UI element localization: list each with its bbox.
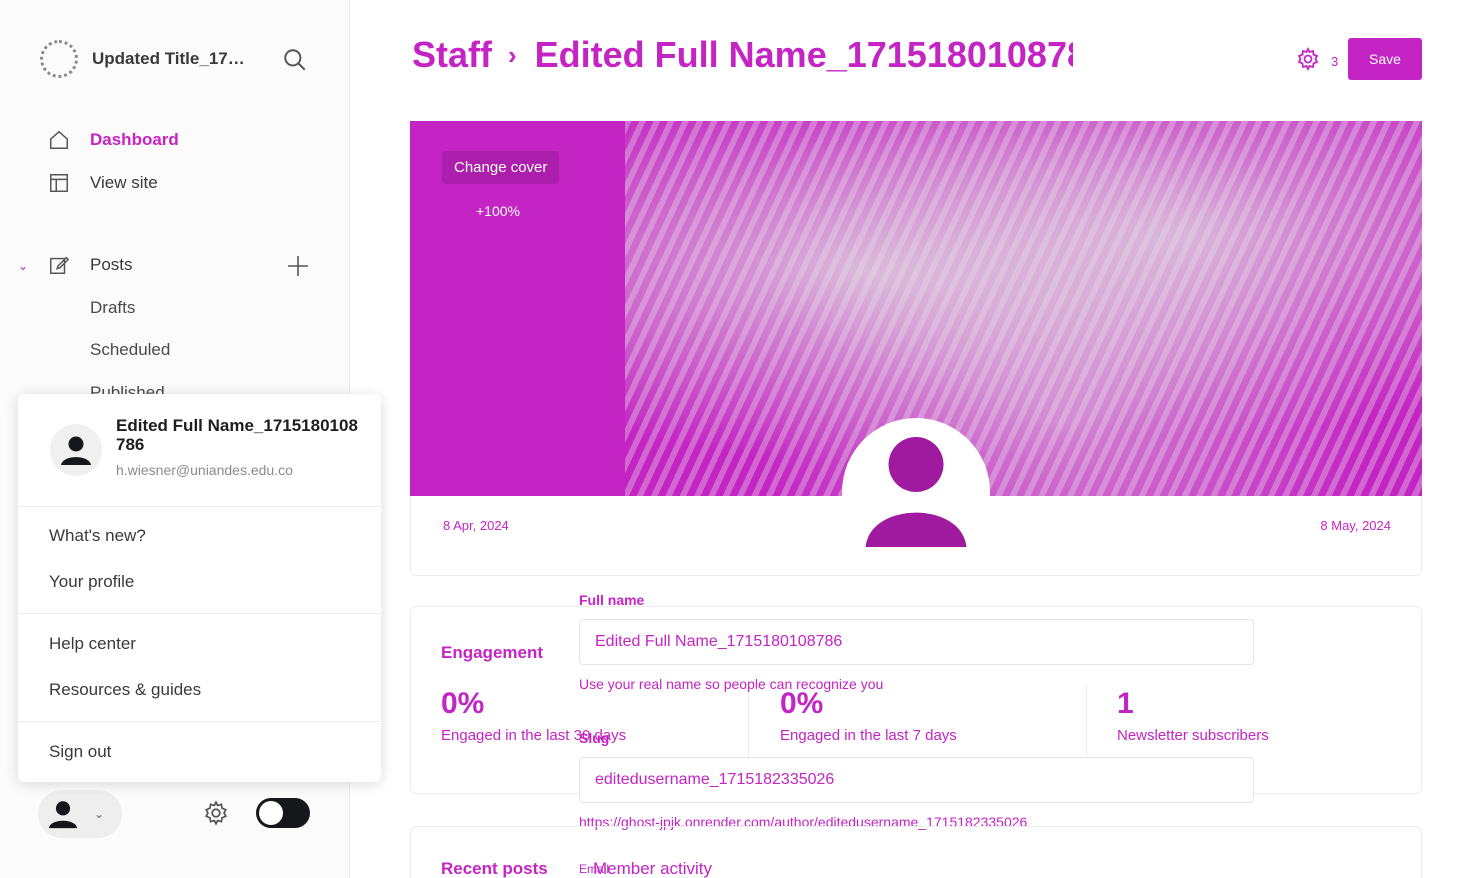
user-avatar-icon	[48, 801, 78, 829]
nav-view-site[interactable]: View site	[48, 172, 158, 194]
user-menu-trigger[interactable]: ⌄	[38, 790, 122, 838]
recent-posts-tab[interactable]: Recent posts	[441, 859, 548, 878]
engagement-stat-value: 0%	[780, 687, 824, 720]
user-menu-popover: Edited Full Name_1715180108786 h.wiesner…	[18, 394, 381, 782]
add-post-plus-icon[interactable]	[286, 254, 310, 278]
engagement-stat: 0% Engaged in the last 7 days	[780, 687, 957, 744]
avatar	[50, 424, 102, 476]
engagement-stat: 1 Newsletter subscribers	[1117, 687, 1269, 744]
home-icon	[50, 130, 68, 149]
nav-view-site-label: View site	[90, 173, 158, 192]
cover-sub-text: +100%	[476, 203, 520, 219]
menu-item-resources[interactable]: Resources & guides	[49, 680, 201, 700]
chevron-down-icon: ⌄	[94, 807, 105, 821]
nav-dashboard[interactable]: Dashboard	[48, 129, 179, 151]
change-cover-button[interactable]: Change cover	[442, 151, 560, 184]
dark-mode-toggle[interactable]	[256, 798, 310, 828]
breadcrumb: Staff › Edited Full Name_1715180108786	[412, 34, 1073, 76]
full-name-label: Full name	[579, 592, 645, 608]
profile-avatar[interactable]	[842, 418, 990, 566]
posts-collapse-chevron-icon[interactable]: ⌄	[18, 259, 28, 273]
nav-scheduled[interactable]: Scheduled	[90, 340, 170, 360]
nav-drafts[interactable]: Drafts	[90, 298, 135, 318]
divider	[18, 506, 381, 507]
divider	[748, 685, 749, 765]
cover-texture	[625, 121, 1422, 496]
user-avatar-icon	[865, 437, 967, 547]
site-title: Updated Title_17…	[92, 49, 245, 68]
date-range-start: 8 Apr, 2024	[443, 518, 509, 533]
popover-user-name: Edited Full Name_1715180108786	[116, 416, 358, 454]
full-name-hint: Use your real name so people can recogni…	[579, 676, 884, 692]
breadcrumb-staff-link[interactable]: Staff	[412, 34, 492, 76]
engagement-title: Engagement	[441, 643, 544, 662]
member-activity-tab[interactable]: Member activity	[593, 859, 712, 878]
recent-posts-card: Recent posts Member activity	[410, 826, 1422, 878]
divider	[18, 613, 381, 614]
settings-gear-icon[interactable]	[203, 800, 229, 826]
slug-label: Slug	[579, 730, 610, 746]
staff-settings-gear-icon[interactable]	[1296, 47, 1320, 71]
site-brand[interactable]: Updated Title_17…	[40, 40, 267, 78]
full-name-input[interactable]	[579, 619, 1254, 665]
site-logo	[40, 40, 78, 78]
layout-icon	[50, 174, 68, 192]
popover-user-email: h.wiesner@uniandes.edu.co	[116, 462, 293, 478]
menu-item-your-profile[interactable]: Your profile	[49, 572, 134, 592]
engagement-stat-value: 1	[1117, 687, 1134, 720]
user-avatar-icon	[61, 436, 91, 465]
engagement-stat-value: 0%	[441, 687, 485, 720]
header-extra-text: 3	[1331, 54, 1339, 69]
edit-icon	[50, 256, 70, 274]
nav-posts[interactable]: Posts	[48, 254, 133, 276]
save-button[interactable]: Save	[1348, 38, 1422, 80]
divider	[18, 721, 381, 722]
date-range-end: 8 May, 2024	[1320, 518, 1391, 533]
nav-dashboard-label: Dashboard	[90, 130, 179, 149]
search-icon[interactable]	[282, 47, 308, 73]
page-title: Edited Full Name_1715180108786	[534, 34, 1073, 75]
breadcrumb-separator: ›	[508, 39, 517, 70]
engagement-stat-label: Newsletter subscribers	[1117, 727, 1269, 744]
menu-item-whats-new[interactable]: What's new?	[49, 526, 146, 546]
email-label: Email	[579, 862, 610, 876]
divider	[1086, 685, 1087, 765]
slug-input[interactable]	[579, 757, 1254, 803]
toggle-knob	[259, 801, 283, 825]
nav-posts-label: Posts	[90, 255, 133, 274]
menu-item-sign-out[interactable]: Sign out	[49, 742, 111, 762]
engagement-stat-label: Engaged in the last 7 days	[780, 727, 957, 744]
menu-item-help-center[interactable]: Help center	[49, 634, 136, 654]
